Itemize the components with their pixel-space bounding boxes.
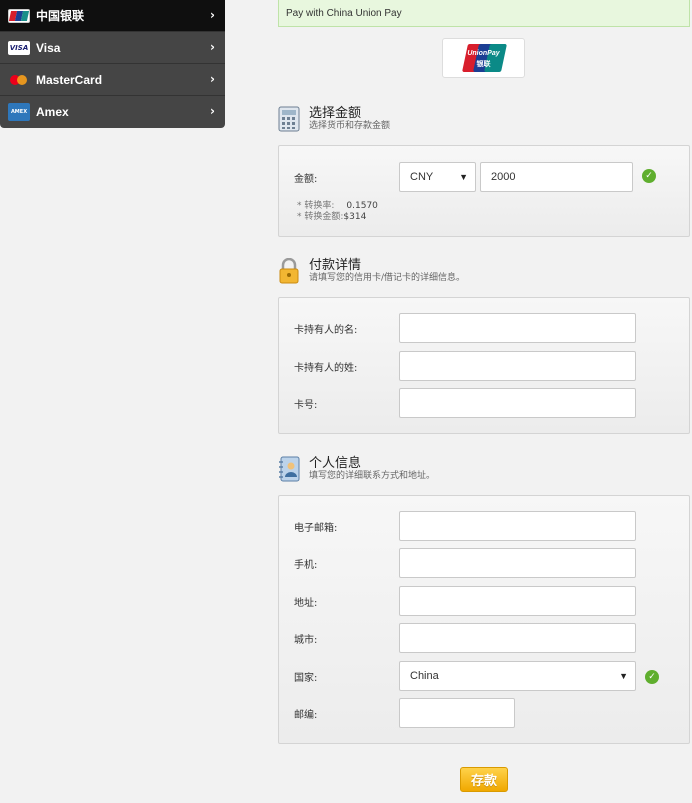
phone-input[interactable] [399, 548, 636, 578]
sidebar-item-label: 中国银联 [36, 9, 85, 23]
amount-input[interactable]: 2000 [480, 162, 633, 192]
unionpay-logo-card: UnionPay 银联 [442, 38, 525, 78]
payment-form-area: Pay with China Union Pay UnionPay 银联 选择金… [278, 0, 690, 744]
email-input[interactable] [399, 511, 636, 541]
country-value: China [410, 670, 439, 682]
amount-value: 2000 [491, 171, 516, 183]
visa-icon: VISA [8, 40, 30, 55]
chevron-right-icon: › [210, 72, 215, 86]
section-title: 个人信息 [309, 456, 362, 471]
cardholder-first-name-label: 卡持有人的名: [294, 324, 358, 336]
valid-check-icon: ✓ [645, 670, 659, 684]
card-number-input[interactable] [399, 388, 636, 418]
address-input[interactable] [399, 586, 636, 616]
converted-amount-value: $314 [343, 212, 367, 222]
deposit-button[interactable]: 存款 [460, 767, 508, 792]
pay-method-banner: Pay with China Union Pay [278, 0, 690, 27]
sidebar-item-label: Amex [36, 105, 69, 119]
section-title: 付款详情 [309, 258, 362, 273]
unionpay-icon [8, 8, 30, 23]
conversion-rate-label: * 转换率: [297, 201, 335, 211]
country-label: 国家: [294, 672, 318, 684]
chevron-right-icon: › [210, 40, 215, 54]
lock-icon [278, 257, 302, 284]
dropdown-caret-icon: ▼ [459, 172, 468, 182]
valid-check-icon: ✓ [642, 169, 656, 183]
cardholder-last-name-label: 卡持有人的姓: [294, 362, 358, 374]
cardholder-last-name-input[interactable] [399, 351, 636, 381]
zip-input[interactable] [399, 698, 515, 728]
city-input[interactable] [399, 623, 636, 653]
section-subtitle: 填写您的详细联系方式和地址。 [309, 471, 436, 481]
mastercard-icon [8, 73, 30, 87]
currency-select[interactable]: CNY ▼ [399, 162, 476, 192]
city-label: 城市: [294, 634, 318, 646]
unionpay-logo-text: UnionPay [467, 50, 500, 57]
personal-panel: 电子邮箱: 手机: 地址: 城市: 国家: China ▼ ✓ 邮编: [278, 495, 690, 744]
sidebar-item-visa[interactable]: VISA Visa › [0, 32, 225, 64]
amex-icon: AMEX [8, 103, 30, 121]
sidebar-item-unionpay[interactable]: 中国银联 › [0, 0, 225, 32]
chevron-right-icon: › [210, 8, 215, 22]
unionpay-logo-text-cn: 银联 [476, 61, 491, 68]
calculator-icon [278, 106, 302, 132]
payment-section-header: 付款详情 请填写您的信用卡/借记卡的详细信息。 [278, 257, 466, 284]
section-subtitle: 选择货币和存款金额 [309, 121, 391, 131]
zip-label: 邮编: [294, 709, 318, 721]
cardholder-first-name-input[interactable] [399, 313, 636, 343]
chevron-right-icon: › [210, 104, 215, 118]
dropdown-caret-icon: ▼ [619, 671, 628, 681]
email-label: 电子邮箱: [294, 522, 338, 534]
sidebar-item-amex[interactable]: AMEX Amex › [0, 96, 225, 128]
currency-value: CNY [410, 171, 434, 183]
personal-section-header: 个人信息 填写您的详细联系方式和地址。 [278, 456, 435, 482]
card-number-label: 卡号: [294, 399, 318, 411]
payment-panel: 卡持有人的名: 卡持有人的姓: 卡号: [278, 297, 690, 434]
converted-amount-note: * 转换金额:$314 [297, 212, 366, 223]
payment-method-sidebar: 中国银联 › VISA Visa › MasterCard › AMEX Ame… [0, 0, 225, 128]
address-label: 地址: [294, 597, 318, 609]
amount-panel: 金额: CNY ▼ 2000 ✓ * 转换率: 0.1570 * 转换金额:$31… [278, 145, 690, 237]
country-select[interactable]: China ▼ [399, 661, 636, 691]
conversion-rate-note: * 转换率: 0.1570 [297, 201, 378, 212]
sidebar-item-label: Visa [36, 40, 61, 55]
amount-label: 金额: [294, 173, 318, 185]
amount-section-header: 选择金额 选择货币和存款金额 [278, 106, 390, 132]
conversion-rate-value: 0.1570 [346, 201, 378, 211]
sidebar-item-mastercard[interactable]: MasterCard › [0, 64, 225, 96]
unionpay-logo-icon: UnionPay 银联 [461, 44, 507, 72]
converted-amount-label: * 转换金额: [297, 212, 344, 222]
phone-label: 手机: [294, 559, 318, 571]
section-subtitle: 请填写您的信用卡/借记卡的详细信息。 [309, 273, 466, 283]
sidebar-item-label: MasterCard [36, 72, 103, 87]
contact-book-icon [278, 456, 302, 482]
section-title: 选择金额 [309, 106, 362, 121]
